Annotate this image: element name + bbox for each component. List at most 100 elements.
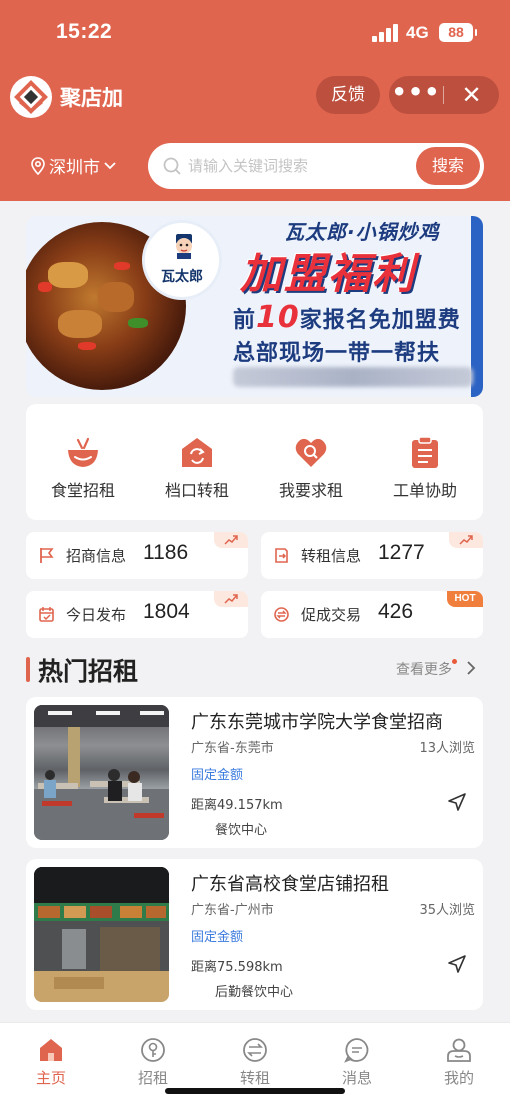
flag-icon [40,548,54,563]
new-dot-indicator [452,659,457,664]
clipboard-icon [412,436,438,468]
tab-label: 主页 [35,1069,66,1087]
listing-price-type: 固定金额 [191,768,244,783]
app-title: 聚店加 [60,86,123,110]
shop-swap-icon [182,438,212,467]
listing-title: 广东省高校食堂店铺招租 [191,874,389,895]
banner-contact-blurred [233,367,473,387]
mascot-icon [176,234,192,259]
chevron-right-icon[interactable] [466,660,476,676]
stat-today-published[interactable]: 今日发布 1804 [26,591,248,638]
banner-offer-number: 10 [256,300,300,335]
listing-price-type: 固定金额 [191,930,244,945]
profile-icon [447,1038,471,1062]
search-button[interactable]: 搜索 [416,147,480,185]
menu-stall-sublet[interactable]: 档口转租 [140,404,254,520]
bowl-icon [68,437,98,467]
home-icon [40,1039,62,1061]
status-time: 15:22 [56,20,113,43]
brand-name: 瓦太郎 [161,269,203,285]
hot-badge: HOT [447,591,483,607]
search-icon [163,157,181,175]
listing-category: 餐饮中心 [215,823,268,838]
tab-profile[interactable]: 我的 [408,1023,510,1105]
trend-up-icon [459,535,473,545]
banner-edge [471,216,483,397]
section-accent-bar [26,657,30,682]
key-icon [141,1038,165,1062]
menu-label: 档口转租 [164,481,229,500]
listing-card[interactable]: 广东东莞城市学院大学食堂招商 广东省-东莞市 13人浏览 固定金额 距离49.1… [26,697,483,848]
tab-label: 转租 [239,1069,270,1087]
navigate-icon[interactable] [447,954,467,974]
stat-merchant-info[interactable]: 招商信息 1186 [26,532,248,579]
tab-label: 消息 [341,1069,372,1087]
section-title: 热门招租 [38,657,139,686]
stat-value: 1804 [143,600,190,623]
trend-up-icon [224,535,238,545]
stat-value: 1186 [143,541,189,564]
search-input[interactable] [188,151,408,181]
stat-value: 1277 [378,541,425,564]
listing-views: 13人浏览 [419,741,475,756]
city-selector[interactable]: 深圳市 [30,153,117,178]
calendar-icon [39,607,54,622]
menu-canteen-rent[interactable]: 食堂招租 [26,404,140,520]
deal-icon [274,607,289,622]
listing-distance: 距离49.157km [191,798,283,813]
banner-support-line: 总部现场一带一帮扶 [233,341,441,366]
listing-photo [34,705,169,840]
menu-label: 我要求租 [278,481,343,500]
stat-sublet-info[interactable]: 转租信息 1277 [261,532,483,579]
home-indicator [165,1088,345,1094]
banner-offer-line: 前10家报名免加盟费 [233,300,461,335]
listing-card[interactable]: 广东省高校食堂店铺招租 广东省-广州市 35人浏览 固定金额 距离75.598k… [26,859,483,1010]
swap-icon [243,1038,267,1062]
brand-logo: 瓦太郎 [142,220,222,300]
stat-label: 转租信息 [301,547,362,565]
status-bar: 15:22 4G 88 [0,0,510,66]
menu-label: 工单协助 [392,481,457,500]
view-more-link[interactable]: 查看更多 [396,659,452,679]
promo-banner[interactable]: 瓦太郎 瓦太郎·小锅炒鸡 加盟福利 前10家报名免加盟费 总部现场一带一帮扶 [26,216,483,397]
message-icon [344,1038,369,1063]
listing-photo [34,867,169,1002]
battery-icon: 88 [439,23,477,42]
stat-value: 426 [378,600,414,623]
menu-label: 食堂招租 [50,481,115,500]
listing-region: 广东省-广州市 [191,903,274,918]
signal-icon [372,24,400,42]
trend-badge [214,591,248,607]
listing-title: 广东东莞城市学院大学食堂招商 [191,712,443,733]
listing-region: 广东省-东莞市 [191,741,274,756]
listing-views: 35人浏览 [419,903,475,918]
app-logo [10,76,52,118]
trend-badge [449,532,483,548]
city-name: 深圳市 [49,158,100,178]
listing-category: 后勤餐饮中心 [215,985,294,1000]
transfer-icon [275,548,288,563]
header: 15:22 4G 88 聚店加 反馈 ••• ✕ 深圳市 请输入关键词搜索 搜索 [0,0,510,201]
banner-headline: 加盟福利 [240,249,417,298]
stat-label: 今日发布 [66,606,127,624]
stat-label: 促成交易 [301,606,362,624]
trend-up-icon [224,594,238,604]
heart-search-icon [295,438,327,467]
feedback-button[interactable]: 反馈 [316,76,380,114]
chevron-down-icon [104,161,116,169]
close-button[interactable]: ✕ [444,76,499,114]
stat-deals-closed[interactable]: 促成交易 426 HOT [261,591,483,638]
navigate-icon[interactable] [447,792,467,812]
quick-menu: 食堂招租 档口转租 我要求租 工单协助 [26,404,483,520]
menu-work-order[interactable]: 工单协助 [368,404,482,520]
trend-badge [214,532,248,548]
stat-label: 招商信息 [66,547,127,565]
listing-distance: 距离75.598km [191,960,283,975]
search-bar: 搜索 [148,143,484,189]
menu-seek-rent[interactable]: 我要求租 [254,404,368,520]
miniapp-capsule: ••• ✕ [389,76,499,114]
tab-label: 招租 [137,1069,168,1087]
network-type: 4G [406,23,429,42]
more-menu-button[interactable]: ••• [389,76,443,114]
tab-home[interactable]: 主页 [0,1023,102,1105]
